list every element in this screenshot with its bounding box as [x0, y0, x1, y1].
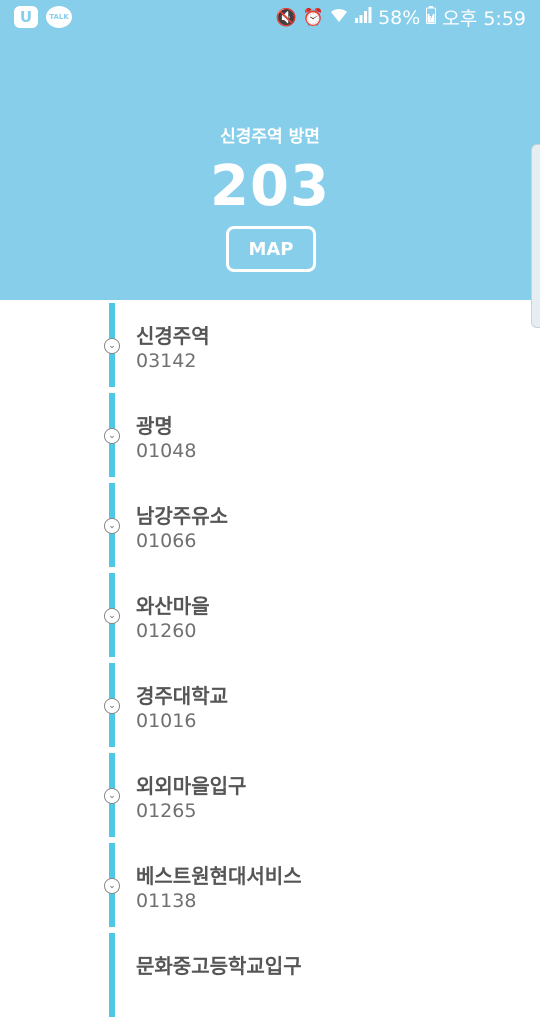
battery-percentage: 58%	[378, 6, 421, 29]
list-item[interactable]: ⌄ 광명 01048	[0, 390, 540, 480]
stop-id: 03142	[136, 350, 197, 372]
stop-name: 광명	[136, 414, 173, 438]
chevron-down-icon: ⌄	[104, 518, 120, 534]
stop-id: 01066	[136, 530, 197, 552]
stop-name: 외외마을입구	[136, 774, 247, 798]
list-item[interactable]: ⌄ 베스트원현대서비스 01138	[0, 840, 540, 930]
stop-name: 남강주유소	[136, 504, 228, 528]
wifi-icon	[330, 7, 348, 28]
status-bar-notifications: U TALK	[14, 6, 72, 28]
list-item[interactable]: ⌄ 경주대학교 01016	[0, 660, 540, 750]
list-item[interactable]: ⌄ 남강주유소 01066	[0, 480, 540, 570]
stop-name: 베스트원현대서비스	[136, 864, 302, 888]
stop-id: 01265	[136, 800, 197, 822]
u-plus-icon: U	[14, 6, 38, 28]
stop-id: 01048	[136, 440, 197, 462]
alarm-icon: ⏰	[302, 7, 325, 28]
chevron-down-icon: ⌄	[104, 338, 120, 354]
kakaotalk-icon: TALK	[46, 6, 72, 28]
stop-id: 01016	[136, 710, 197, 732]
stop-name: 신경주역	[136, 324, 210, 348]
map-button[interactable]: MAP	[226, 226, 316, 272]
stop-list[interactable]: ⌄ 신경주역 03142 ⌄ 광명 01048 ⌄ 남강주유소 01066 ⌄ …	[0, 300, 540, 1017]
list-item[interactable]: 문화중고등학교입구	[0, 930, 540, 1020]
clock: 오후 5:59	[442, 8, 526, 30]
list-item[interactable]: ⌄ 신경주역 03142	[0, 300, 540, 390]
stop-name: 문화중고등학교입구	[136, 954, 302, 978]
list-item[interactable]: ⌄ 외외마을입구 01265	[0, 750, 540, 840]
chevron-down-icon: ⌄	[104, 698, 120, 714]
battery-charging-icon	[426, 6, 437, 29]
status-bar-system: 🔇 ⏰ 58% 오후 5:59	[276, 4, 526, 31]
route-number: 203	[210, 154, 330, 219]
stop-id: 01260	[136, 620, 197, 642]
chevron-down-icon: ⌄	[104, 788, 120, 804]
chevron-down-icon: ⌄	[104, 608, 120, 624]
stop-name: 와산마을	[136, 594, 210, 618]
chevron-down-icon: ⌄	[104, 428, 120, 444]
signal-icon	[354, 7, 372, 28]
stop-name: 경주대학교	[136, 684, 228, 708]
route-header: 신경주역 방면 203 MAP	[0, 36, 540, 328]
status-bar: U TALK 🔇 ⏰ 58% 오후 5:59	[0, 0, 540, 36]
route-line-segment	[109, 933, 115, 1017]
mute-icon: 🔇	[275, 7, 297, 28]
chevron-down-icon: ⌄	[104, 878, 120, 894]
direction-label: 신경주역 방면	[220, 127, 320, 147]
stop-id: 01138	[136, 890, 197, 912]
list-item[interactable]: ⌄ 와산마을 01260	[0, 570, 540, 660]
